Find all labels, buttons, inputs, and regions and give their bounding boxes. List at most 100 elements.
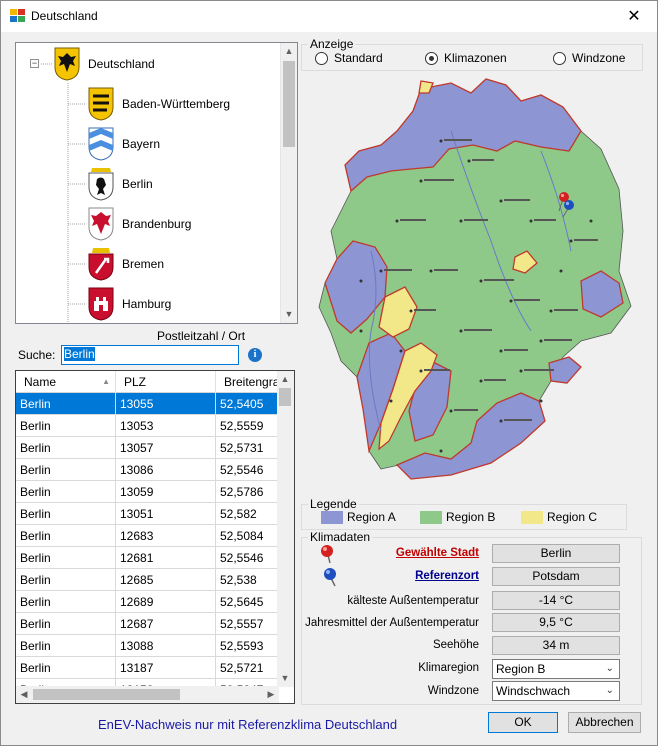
cell-name: Berlin — [16, 503, 116, 525]
table-row[interactable]: Berlin 12683 52,5084 — [16, 525, 279, 547]
wind-zone-select[interactable]: Windschwach ⌄ — [492, 681, 620, 701]
dialog-window: Deutschland ✕ − Deutschland Baden-Württe… — [0, 0, 658, 746]
table-row[interactable]: Berlin 13053 52,5559 — [16, 415, 279, 437]
cell-name: Berlin — [16, 591, 116, 613]
table-row[interactable]: Berlin 12681 52,5546 — [16, 547, 279, 569]
cell-name: Berlin — [16, 481, 116, 503]
table-row[interactable]: Berlin 13187 52,5721 — [16, 657, 279, 679]
tree-item-hamburg[interactable]: Hamburg — [88, 285, 171, 323]
reference-city-pin-icon — [324, 568, 336, 587]
cell-plz: 12689 — [116, 591, 216, 613]
tree-item-bremen[interactable]: Bremen — [88, 245, 164, 283]
cell-breitengrad: 52,5731 — [216, 437, 279, 459]
table-row[interactable]: Berlin 13086 52,5546 — [16, 459, 279, 481]
wind-zone-label: Windzone — [427, 685, 479, 697]
table-horizontal-scrollbar[interactable]: ◀ ▶ — [16, 686, 279, 703]
hamburg-coat-of-arms-icon — [88, 287, 114, 321]
ok-button[interactable]: OK — [488, 712, 558, 733]
germany-coat-of-arms-icon — [54, 47, 80, 81]
reference-city-link[interactable]: Referenzort — [415, 570, 479, 582]
radio-windzone[interactable]: Windzone — [553, 51, 625, 65]
legend-swatch — [420, 510, 442, 524]
germany-climate-map[interactable] — [301, 71, 649, 491]
column-header-breitengrad[interactable]: Breitengrad — [216, 371, 286, 393]
table-row[interactable]: Berlin 12685 52,538 — [16, 569, 279, 591]
radio-indicator-selected — [425, 51, 438, 65]
cell-plz: 12681 — [116, 547, 216, 569]
annual-mean-temperature-label: Jahresmittel der Außentemperatur — [305, 617, 479, 629]
radio-klimazonen[interactable]: Klimazonen — [425, 51, 507, 65]
column-header-name[interactable]: Name ▲ — [16, 371, 116, 393]
cell-name: Berlin — [16, 635, 116, 657]
cell-plz: 12687 — [116, 613, 216, 635]
tree-root-deutschland[interactable]: Deutschland — [54, 45, 155, 83]
scroll-right-icon[interactable]: ▶ — [263, 686, 279, 703]
table-row[interactable]: Berlin 13059 52,5786 — [16, 481, 279, 503]
table-hscroll-thumb[interactable] — [33, 689, 180, 700]
cell-plz: 12683 — [116, 525, 216, 547]
altitude-value: 34 m — [492, 636, 620, 655]
cell-plz: 13088 — [116, 635, 216, 657]
window-title: Deutschland — [31, 9, 98, 23]
results-table[interactable]: Name ▲ PLZ Breitengrad Berlin 13055 52,540… — [15, 370, 295, 704]
berlin-coat-of-arms-icon — [88, 168, 114, 201]
tree-item-baden-wuerttemberg[interactable]: Baden-Württemberg — [88, 85, 230, 123]
cell-name: Berlin — [16, 547, 116, 569]
tree-scrollbar[interactable]: ▲ ▼ — [280, 43, 297, 323]
annual-mean-temperature-value: 9,5 °C — [492, 613, 620, 632]
cell-name: Berlin — [16, 613, 116, 635]
cell-name: Berlin — [16, 415, 116, 437]
radio-standard[interactable]: Standard — [315, 51, 383, 65]
table-row[interactable]: Berlin 13055 52,5405 — [16, 393, 279, 415]
radio-indicator — [553, 51, 566, 65]
altitude-label: Seehöhe — [432, 639, 479, 651]
plz-caption: Postleitzahl / Ort — [157, 329, 246, 343]
table-vertical-scrollbar[interactable]: ▲ ▼ — [277, 371, 294, 687]
table-row[interactable]: Berlin 13088 52,5593 — [16, 635, 279, 657]
coldest-temperature-value: -14 °C — [492, 591, 620, 610]
scroll-up-icon[interactable]: ▲ — [277, 371, 293, 388]
tree-item-label: Berlin — [122, 177, 153, 191]
selected-city-pin-icon — [321, 545, 333, 564]
tree-item-berlin[interactable]: Berlin — [88, 165, 153, 203]
tree-item-bayern[interactable]: Bayern — [88, 125, 160, 163]
cancel-button[interactable]: Abbrechen — [568, 712, 641, 733]
scroll-left-icon[interactable]: ◀ — [16, 686, 32, 703]
klimadaten-title: Klimadaten — [308, 530, 373, 544]
close-button[interactable]: ✕ — [611, 1, 657, 32]
scroll-down-icon[interactable]: ▼ — [281, 306, 297, 323]
column-header-plz[interactable]: PLZ — [116, 371, 216, 393]
cell-breitengrad: 52,5546 — [216, 547, 279, 569]
cell-name: Berlin — [16, 657, 116, 679]
selected-city-link[interactable]: Gewählte Stadt — [396, 547, 479, 559]
table-vscroll-thumb[interactable] — [279, 388, 291, 406]
scroll-down-icon[interactable]: ▼ — [277, 670, 293, 687]
collapse-toggle[interactable]: − — [30, 59, 39, 68]
cell-breitengrad: 52,5546 — [216, 459, 279, 481]
tree-scroll-thumb[interactable] — [283, 61, 295, 147]
table-row[interactable]: Berlin 13057 52,5731 — [16, 437, 279, 459]
cell-breitengrad: 52,5084 — [216, 525, 279, 547]
cell-breitengrad: 52,5721 — [216, 657, 279, 679]
info-icon[interactable]: i — [248, 348, 262, 362]
table-row[interactable]: Berlin 13051 52,582 — [16, 503, 279, 525]
cell-name: Berlin — [16, 393, 116, 415]
cell-plz: 12685 — [116, 569, 216, 591]
chevron-down-icon: ⌄ — [605, 663, 614, 674]
cell-breitengrad: 52,538 — [216, 569, 279, 591]
radio-indicator — [315, 51, 328, 65]
table-row[interactable]: Berlin 12687 52,5557 — [16, 613, 279, 635]
table-row[interactable]: Berlin 12689 52,5645 — [16, 591, 279, 613]
state-tree[interactable]: − Deutschland Baden-Württemberg Bayern B… — [15, 42, 298, 324]
climate-region-select[interactable]: Region B ⌄ — [492, 659, 620, 679]
tree-item-label: Bayern — [122, 137, 161, 151]
cell-plz: 13057 — [116, 437, 216, 459]
search-input[interactable]: Berlin — [61, 345, 239, 365]
cell-breitengrad: 52,5786 — [216, 481, 279, 503]
legend-swatch — [321, 510, 343, 524]
tree-item-brandenburg[interactable]: Brandenburg — [88, 205, 191, 243]
scroll-up-icon[interactable]: ▲ — [281, 43, 297, 60]
legende-title: Legende — [308, 497, 359, 511]
cell-breitengrad: 52,5593 — [216, 635, 279, 657]
cell-plz: 13086 — [116, 459, 216, 481]
